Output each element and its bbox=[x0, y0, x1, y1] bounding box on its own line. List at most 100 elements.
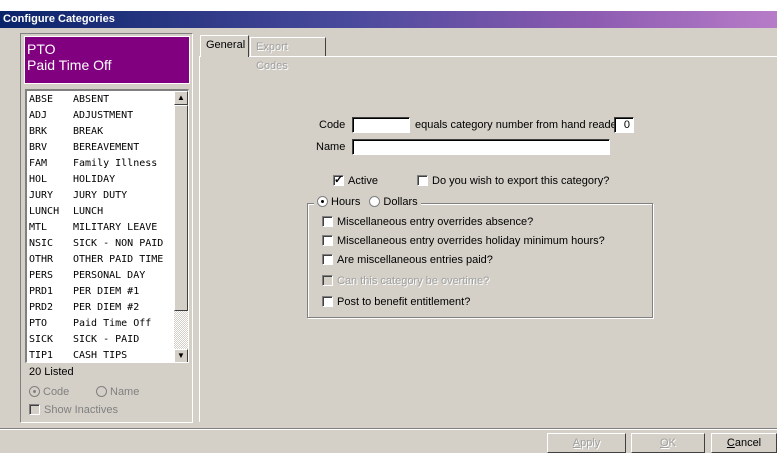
scroll-down-button[interactable]: ▼ bbox=[174, 349, 188, 362]
checkbox-icon bbox=[322, 235, 333, 246]
category-list-items: ABSE ABSENT ADJ ADJUSTMENT BRK BREAK BRV BEREAV… bbox=[27, 92, 176, 362]
hours-label: Hours bbox=[331, 196, 361, 208]
ok-button[interactable]: OK bbox=[631, 433, 705, 453]
list-item[interactable]: PERS PERSONAL DAY bbox=[27, 268, 176, 284]
checkbox-icon bbox=[322, 275, 333, 286]
list-item-code: BRV bbox=[29, 142, 48, 153]
hand-reader-number-input[interactable]: 0 bbox=[614, 117, 634, 133]
list-item[interactable]: LUNCH LUNCH bbox=[27, 204, 176, 220]
tab-general-label: General bbox=[206, 39, 246, 51]
category-list[interactable]: ABSE ABSENT ADJ ADJUSTMENT BRK BREAK BRV BEREAV… bbox=[25, 89, 189, 363]
sort-by-name-radio[interactable]: Name bbox=[96, 386, 139, 398]
list-item[interactable]: PRD2 PER DIEM #2 bbox=[27, 300, 176, 316]
list-item-code: ADJ bbox=[29, 110, 48, 121]
list-item[interactable]: BRK BREAK bbox=[27, 124, 176, 140]
tab-export-codes[interactable]: Export Codes bbox=[250, 37, 326, 72]
window-title-bar[interactable]: Configure Categories bbox=[0, 11, 777, 28]
radio-icon bbox=[369, 196, 381, 207]
list-item-name: CASH TIPS bbox=[73, 350, 128, 361]
selected-category-name: Paid Time Off bbox=[27, 57, 112, 73]
list-item-code: JURY bbox=[29, 190, 54, 201]
hours-radio[interactable]: Hours bbox=[317, 196, 360, 208]
list-item-name: SICK - NON PAID bbox=[73, 238, 164, 249]
list-item-code: PTO bbox=[29, 318, 48, 329]
apply-mnemonic: A bbox=[572, 437, 581, 449]
bottom-separator bbox=[0, 428, 777, 430]
scroll-track[interactable] bbox=[174, 311, 188, 349]
list-item[interactable]: ABSE ABSENT bbox=[27, 92, 176, 108]
sort-by-name-label: Name bbox=[110, 386, 140, 398]
list-item-name: Paid Time Off bbox=[73, 318, 152, 329]
checkbox-icon bbox=[322, 296, 333, 307]
list-item[interactable]: TIP1 CASH TIPS bbox=[27, 348, 176, 362]
list-item[interactable]: HOL HOLIDAY bbox=[27, 172, 176, 188]
list-item[interactable]: PTO Paid Time Off bbox=[27, 316, 176, 332]
list-item-name: MILITARY LEAVE bbox=[73, 222, 158, 233]
tab-general[interactable]: General bbox=[200, 35, 249, 57]
checkbox-icon bbox=[333, 173, 344, 186]
list-item[interactable]: NSIC SICK - NON PAID bbox=[27, 236, 176, 252]
option-override-holiday[interactable]: Miscellaneous entry overrides holiday mi… bbox=[322, 235, 605, 247]
list-item[interactable]: MTL MILITARY LEAVE bbox=[27, 220, 176, 236]
radio-icon bbox=[29, 386, 40, 397]
name-label: Name bbox=[316, 141, 346, 153]
checkbox-icon bbox=[322, 216, 333, 227]
list-item-code: NSIC bbox=[29, 238, 54, 249]
list-scrollbar[interactable]: ▲ ▼ bbox=[174, 91, 188, 362]
checkbox-icon bbox=[417, 175, 428, 186]
list-item[interactable]: JURY JURY DUTY bbox=[27, 188, 176, 204]
option-entries-paid[interactable]: Are miscellaneous entries paid? bbox=[322, 254, 493, 266]
list-item-name: BEREAVEMENT bbox=[73, 142, 140, 153]
code-label: Code bbox=[319, 119, 346, 131]
list-item[interactable]: BRV BEREAVEMENT bbox=[27, 140, 176, 156]
cancel-button[interactable]: Cancel bbox=[711, 433, 777, 453]
list-item[interactable]: SICK SICK - PAID bbox=[27, 332, 176, 348]
list-item-name: JURY DUTY bbox=[73, 190, 128, 201]
name-input[interactable] bbox=[352, 139, 610, 155]
list-item-name: OTHER PAID TIME bbox=[73, 254, 164, 265]
apply-button[interactable]: Apply bbox=[547, 433, 626, 453]
show-inactives-label: Show Inactives bbox=[44, 404, 118, 416]
equals-label: equals category number from hand reader bbox=[415, 119, 621, 131]
option-override-absence[interactable]: Miscellaneous entry overrides absence? bbox=[322, 216, 533, 228]
dollars-label: Dollars bbox=[383, 196, 418, 208]
option-overtime[interactable]: Can this category be overtime? bbox=[322, 275, 489, 287]
ok-label-rest: K bbox=[668, 437, 676, 449]
list-item[interactable]: PRD1 PER DIEM #1 bbox=[27, 284, 176, 300]
active-checkbox[interactable]: Active bbox=[333, 173, 378, 187]
screen-top-strip bbox=[0, 0, 777, 11]
list-item-code: HOL bbox=[29, 174, 48, 185]
selected-category-header: PTO Paid Time Off bbox=[24, 36, 190, 84]
list-item-code: BRK bbox=[29, 126, 48, 137]
list-item-name: HOLIDAY bbox=[73, 174, 116, 185]
list-item-code: ABSE bbox=[29, 94, 54, 105]
option-label: Miscellaneous entry overrides absence? bbox=[337, 216, 534, 228]
cancel-mnemonic: C bbox=[726, 437, 735, 449]
list-item[interactable]: OTHR OTHER PAID TIME bbox=[27, 252, 176, 268]
list-item-code: FAM bbox=[29, 158, 48, 169]
window-title: Configure Categories bbox=[3, 13, 115, 25]
list-item[interactable]: ADJ ADJUSTMENT bbox=[27, 108, 176, 124]
scroll-thumb[interactable] bbox=[174, 105, 188, 311]
option-benefit-entitlement[interactable]: Post to benefit entitlement? bbox=[322, 296, 470, 308]
unit-radio-group: Hours Dollars bbox=[314, 196, 421, 208]
list-item-name: LUNCH bbox=[73, 206, 104, 217]
scroll-up-button[interactable]: ▲ bbox=[174, 91, 188, 105]
sort-by-code-label: Code bbox=[43, 386, 70, 398]
dollars-radio[interactable]: Dollars bbox=[369, 196, 418, 208]
show-inactives-checkbox[interactable]: Show Inactives bbox=[29, 404, 118, 416]
list-item-code: OTHR bbox=[29, 254, 54, 265]
sort-by-code-radio[interactable]: Code bbox=[29, 386, 69, 398]
option-label: Are miscellaneous entries paid? bbox=[337, 254, 493, 266]
list-item[interactable]: FAM Family Illness bbox=[27, 156, 176, 172]
export-checkbox[interactable]: Do you wish to export this category? bbox=[417, 175, 609, 187]
radio-icon bbox=[96, 386, 107, 397]
apply-label-rest: pply bbox=[580, 437, 601, 449]
list-item-code: TIP1 bbox=[29, 350, 54, 361]
code-input[interactable] bbox=[352, 117, 410, 133]
list-item-code: PERS bbox=[29, 270, 54, 281]
radio-icon bbox=[317, 196, 328, 207]
listed-count: 20 Listed bbox=[29, 366, 74, 378]
option-label: Can this category be overtime? bbox=[337, 275, 490, 287]
list-item-name: PER DIEM #1 bbox=[73, 286, 140, 297]
